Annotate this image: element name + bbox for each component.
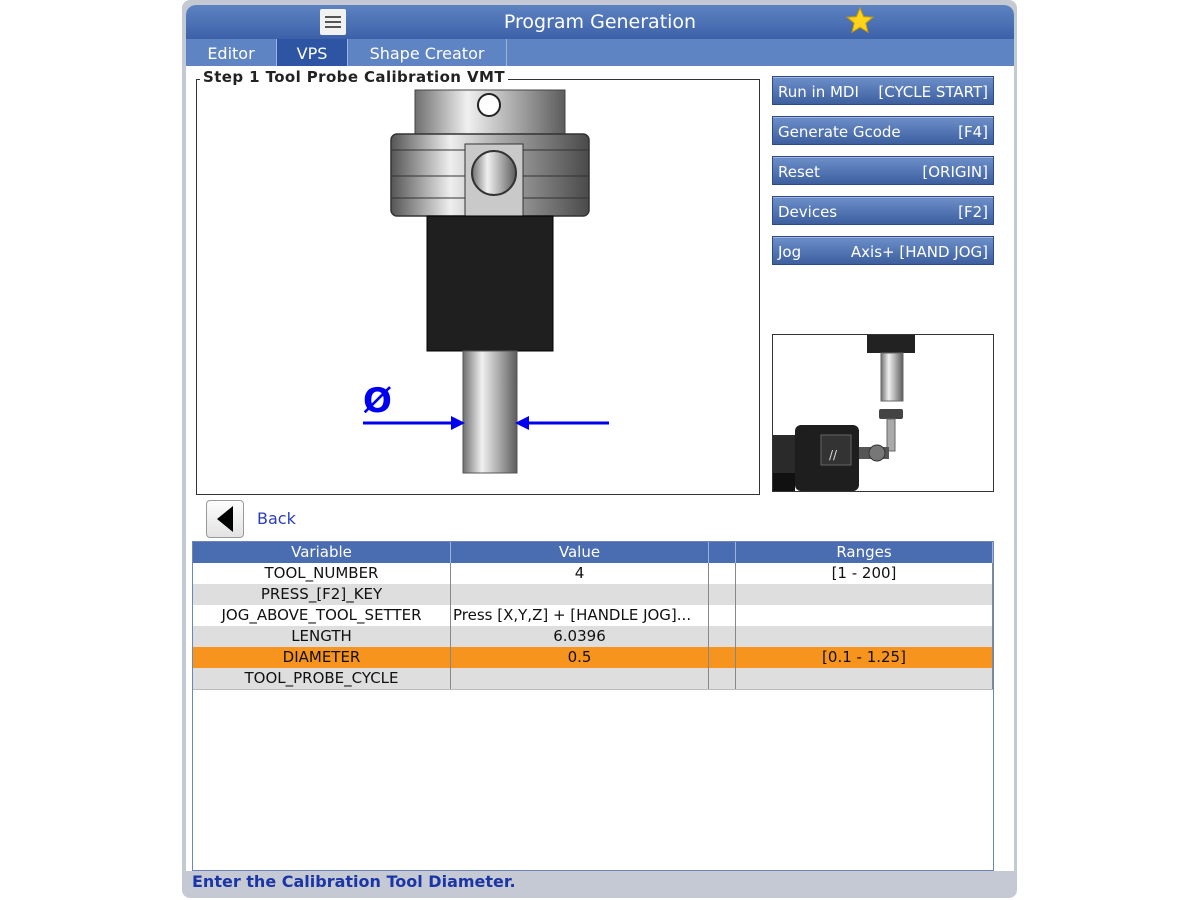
table-row[interactable]: LENGTH 6.0396 [193, 626, 993, 648]
back-arrow-icon [217, 506, 233, 532]
table-row[interactable]: JOG_ABOVE_TOOL_SETTER Press [X,Y,Z] + [H… [193, 605, 993, 627]
back-label[interactable]: Back [257, 509, 296, 528]
menu-icon[interactable] [320, 9, 346, 35]
machine-preview-image: // [772, 334, 994, 492]
calibration-tool [462, 350, 518, 474]
favorite-star-icon[interactable] [846, 7, 874, 35]
tool-holder-taper [414, 89, 566, 135]
status-message: Enter the Calibration Tool Diameter. [192, 872, 516, 891]
tool-holder-flange [390, 133, 590, 217]
table-row[interactable]: PRESS_[F2]_KEY [193, 584, 993, 606]
table-header: Variable Value Ranges [193, 542, 993, 563]
step-title: Step 1 Tool Probe Calibration VMT [200, 68, 508, 86]
table-row-selected[interactable]: DIAMETER 0.5 [0.1 - 1.25] [193, 647, 993, 668]
window-title: Program Generation [503, 11, 697, 33]
tab-bar: Editor VPS Shape Creator [186, 39, 1014, 66]
back-button[interactable] [206, 500, 244, 538]
table-row[interactable]: TOOL_PROBE_CYCLE [193, 668, 993, 690]
generate-gcode-button[interactable]: Generate Gcode [F4] [772, 116, 994, 145]
title-bar: Program Generation [186, 5, 1014, 39]
header-ranges: Ranges [736, 542, 993, 563]
tab-shape-creator[interactable]: Shape Creator [348, 39, 507, 66]
jog-button[interactable]: Jog Axis+ [HAND JOG] [772, 236, 994, 265]
table-row[interactable]: TOOL_NUMBER 4 [1 - 200] [193, 563, 993, 585]
svg-text://: // [829, 448, 838, 462]
header-value: Value [451, 542, 709, 563]
tab-vps[interactable]: VPS [277, 39, 348, 66]
devices-button[interactable]: Devices [F2] [772, 196, 994, 225]
step-image-frame: Ø [196, 79, 760, 495]
diameter-symbol: Ø [363, 381, 392, 421]
variables-table: Variable Value Ranges TOOL_NUMBER 4 [1 -… [192, 541, 994, 871]
tab-editor[interactable]: Editor [186, 39, 277, 66]
run-in-mdi-button[interactable]: Run in MDI [CYCLE START] [772, 76, 994, 105]
header-spacer [709, 542, 736, 563]
tool-diagram: Ø [363, 89, 609, 474]
header-variable: Variable [193, 542, 451, 563]
tool-holder-body [426, 215, 554, 352]
reset-button[interactable]: Reset [ORIGIN] [772, 156, 994, 185]
